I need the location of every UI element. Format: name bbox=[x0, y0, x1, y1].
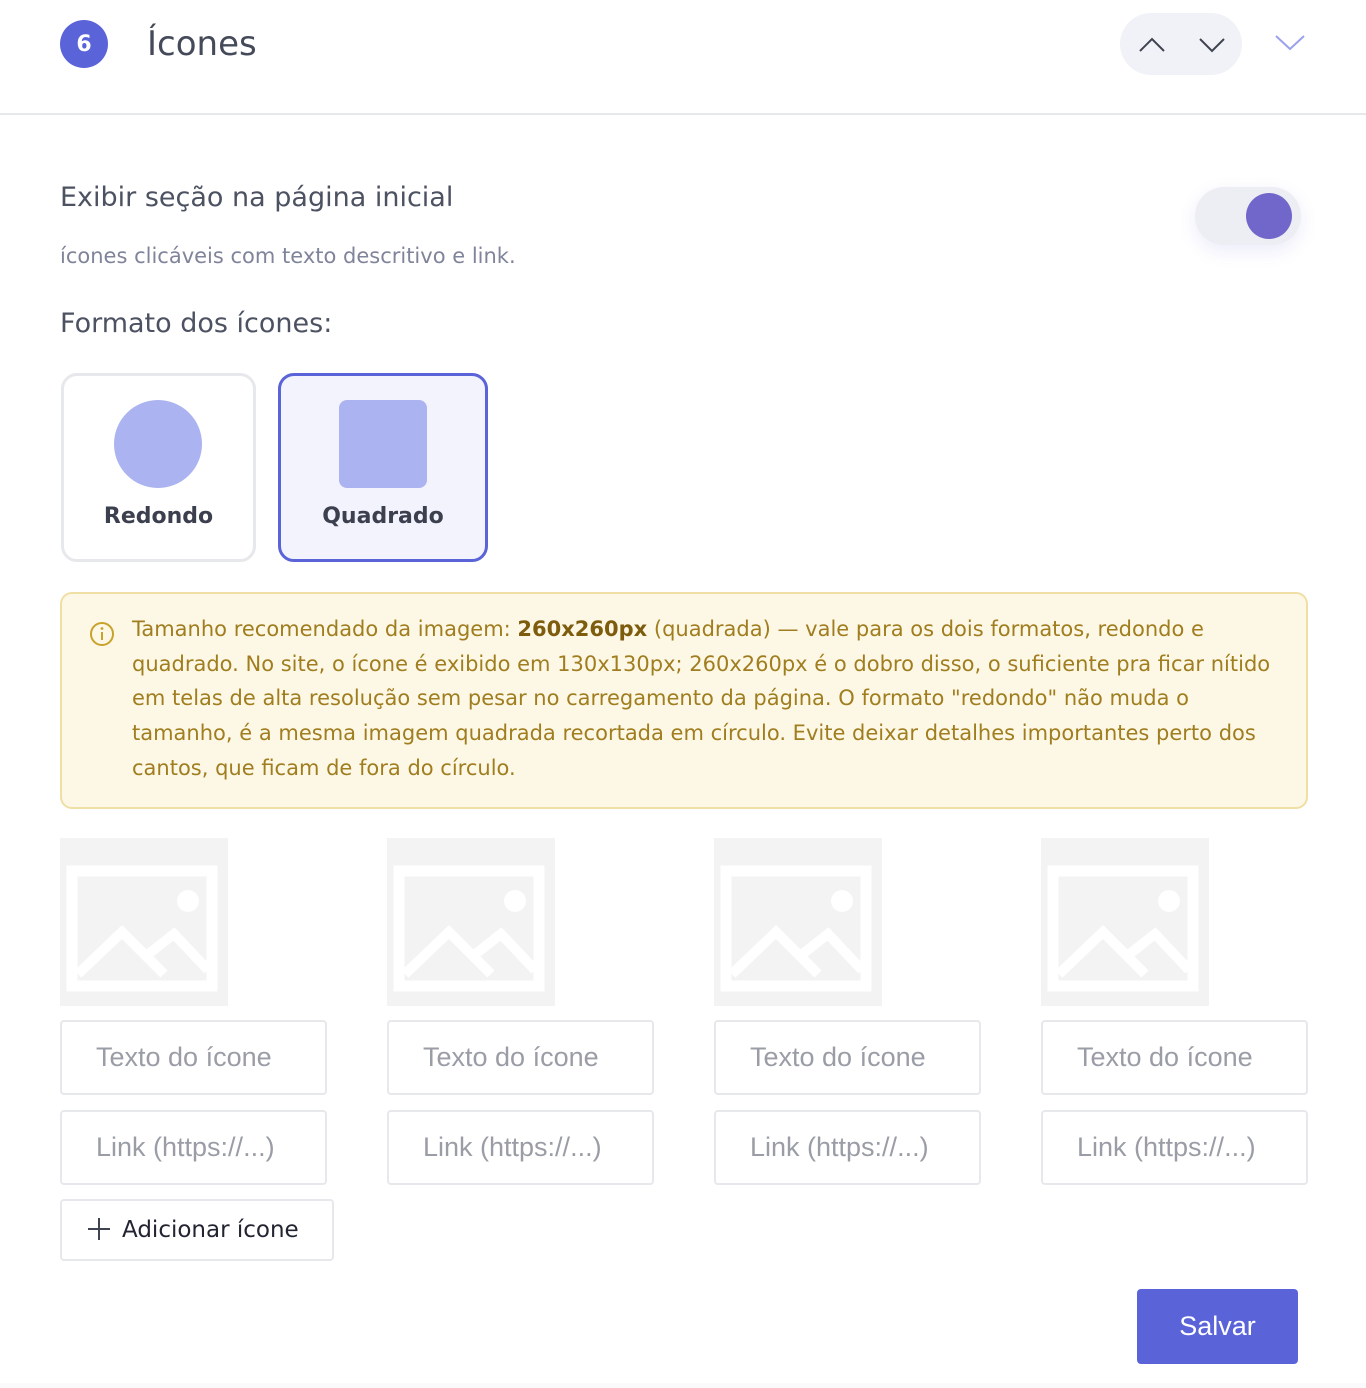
icon-text-input[interactable] bbox=[387, 1020, 654, 1095]
info-text-size: 260x260px bbox=[517, 617, 648, 641]
format-label: Formato dos ícones: bbox=[60, 308, 333, 339]
display-toggle-title: Exibir seção na página inicial bbox=[60, 182, 454, 213]
image-upload-placeholder[interactable] bbox=[714, 838, 882, 1006]
display-toggle-description: ícones clicáveis com texto descritivo e … bbox=[60, 244, 516, 268]
image-upload-placeholder[interactable] bbox=[387, 838, 555, 1006]
format-option-label: Redondo bbox=[103, 504, 214, 529]
image-size-info-box: Tamanho recomendado da imagem: 260x260px… bbox=[60, 592, 1308, 809]
image-placeholder-icon bbox=[393, 865, 545, 992]
info-icon bbox=[90, 622, 114, 646]
save-button[interactable]: Salvar bbox=[1137, 1289, 1298, 1364]
icon-link-input[interactable] bbox=[714, 1110, 981, 1185]
collapse-section-button[interactable] bbox=[1273, 28, 1307, 56]
info-text: Tamanho recomendado da imagem: 260x260px… bbox=[132, 612, 1292, 786]
section-header: 6 Ícones bbox=[0, 0, 1366, 115]
move-down-button[interactable] bbox=[1197, 30, 1227, 60]
icon-link-input[interactable] bbox=[387, 1110, 654, 1185]
format-option-square[interactable]: Quadrado bbox=[278, 373, 488, 562]
icon-text-input[interactable] bbox=[1041, 1020, 1308, 1095]
chevron-up-icon bbox=[1139, 37, 1165, 52]
icon-text-input[interactable] bbox=[714, 1020, 981, 1095]
info-text-start: Tamanho recomendado da imagem: bbox=[132, 617, 518, 641]
icon-link-input[interactable] bbox=[60, 1110, 327, 1185]
image-placeholder-icon bbox=[720, 865, 872, 992]
chevron-down-icon bbox=[1275, 35, 1305, 51]
image-placeholder-icon bbox=[1047, 865, 1199, 992]
reorder-controls bbox=[1120, 13, 1242, 75]
icon-text-input[interactable] bbox=[60, 1020, 327, 1095]
icons-section-card: 6 Ícones Exibir seção na página inicial … bbox=[0, 0, 1366, 1383]
move-up-button[interactable] bbox=[1137, 30, 1167, 60]
round-shape-preview bbox=[114, 400, 202, 488]
image-upload-placeholder[interactable] bbox=[1041, 838, 1209, 1006]
image-placeholder-icon bbox=[66, 865, 218, 992]
display-section-toggle[interactable] bbox=[1195, 187, 1301, 245]
info-text-rest: (quadrada) — vale para os dois formatos,… bbox=[132, 617, 1271, 780]
step-number-badge: 6 bbox=[60, 20, 108, 68]
toggle-knob bbox=[1246, 193, 1292, 239]
icon-link-input[interactable] bbox=[1041, 1110, 1308, 1185]
section-title: Ícones bbox=[147, 24, 257, 64]
plus-icon bbox=[88, 1218, 110, 1240]
square-shape-preview bbox=[339, 400, 427, 488]
chevron-down-icon bbox=[1199, 38, 1225, 53]
add-icon-label: Adicionar ícone bbox=[122, 1217, 299, 1243]
format-option-round[interactable]: Redondo bbox=[61, 373, 256, 562]
add-icon-button[interactable]: Adicionar ícone bbox=[60, 1199, 334, 1261]
format-option-label: Quadrado bbox=[322, 504, 444, 529]
image-upload-placeholder[interactable] bbox=[60, 838, 228, 1006]
